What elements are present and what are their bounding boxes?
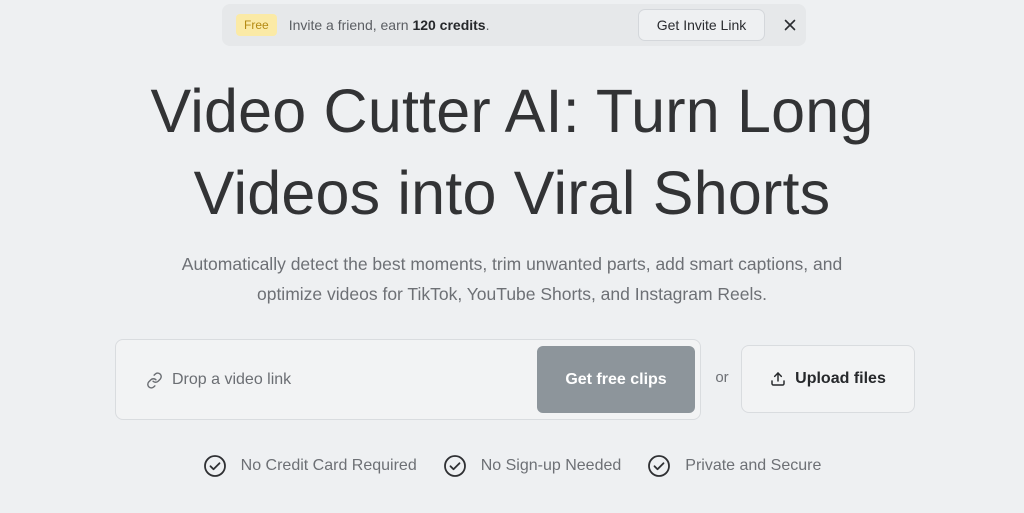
invite-banner: Free Invite a friend, earn 120 credits. …: [222, 4, 806, 46]
feature-item: Private and Secure: [647, 454, 821, 478]
check-circle-icon: [203, 455, 226, 477]
feature-item: No Sign-up Needed: [443, 454, 622, 478]
upload-files-label: Upload files: [795, 370, 886, 387]
invite-banner-text: Invite a friend, earn 120 credits.: [289, 17, 490, 33]
check-circle-icon: [648, 455, 671, 477]
invite-text-suffix: .: [485, 17, 490, 33]
or-separator: or: [715, 369, 729, 386]
link-icon: [147, 372, 162, 389]
subtitle-line-2: optimize videos for TikTok, YouTube Shor…: [256, 284, 768, 304]
invite-credits: 120 credits: [412, 17, 486, 33]
close-icon[interactable]: [780, 15, 800, 35]
subtitle-line-1: Automatically detect the best moments, t…: [181, 254, 843, 274]
get-free-clips-button[interactable]: Get free clips: [537, 346, 695, 413]
feature-label: No Sign-up Needed: [480, 457, 622, 474]
video-link-box: Get free clips: [115, 339, 701, 420]
invite-text-prefix: Invite a friend, earn: [288, 17, 413, 33]
feature-item: No Credit Card Required: [203, 454, 417, 478]
page-title: Video Cutter AI: Turn Long Videos into V…: [0, 70, 1024, 234]
get-invite-link-button[interactable]: Get Invite Link: [638, 9, 765, 41]
page-subtitle: Automatically detect the best moments, t…: [112, 249, 912, 309]
feature-label: Private and Secure: [685, 457, 822, 474]
check-circle-icon: [443, 455, 466, 477]
title-line-1: Video Cutter AI: Turn Long: [150, 77, 874, 145]
free-badge: Free: [236, 14, 277, 36]
page: Free Invite a friend, earn 120 credits. …: [0, 0, 1024, 513]
upload-files-button[interactable]: Upload files: [741, 345, 915, 413]
feature-label: No Credit Card Required: [240, 457, 417, 474]
feature-list: No Credit Card Required No Sign-up Neede…: [0, 452, 1024, 480]
title-line-2: Videos into Viral Shorts: [193, 159, 831, 227]
video-link-input[interactable]: [172, 368, 532, 392]
upload-icon: [771, 372, 785, 386]
